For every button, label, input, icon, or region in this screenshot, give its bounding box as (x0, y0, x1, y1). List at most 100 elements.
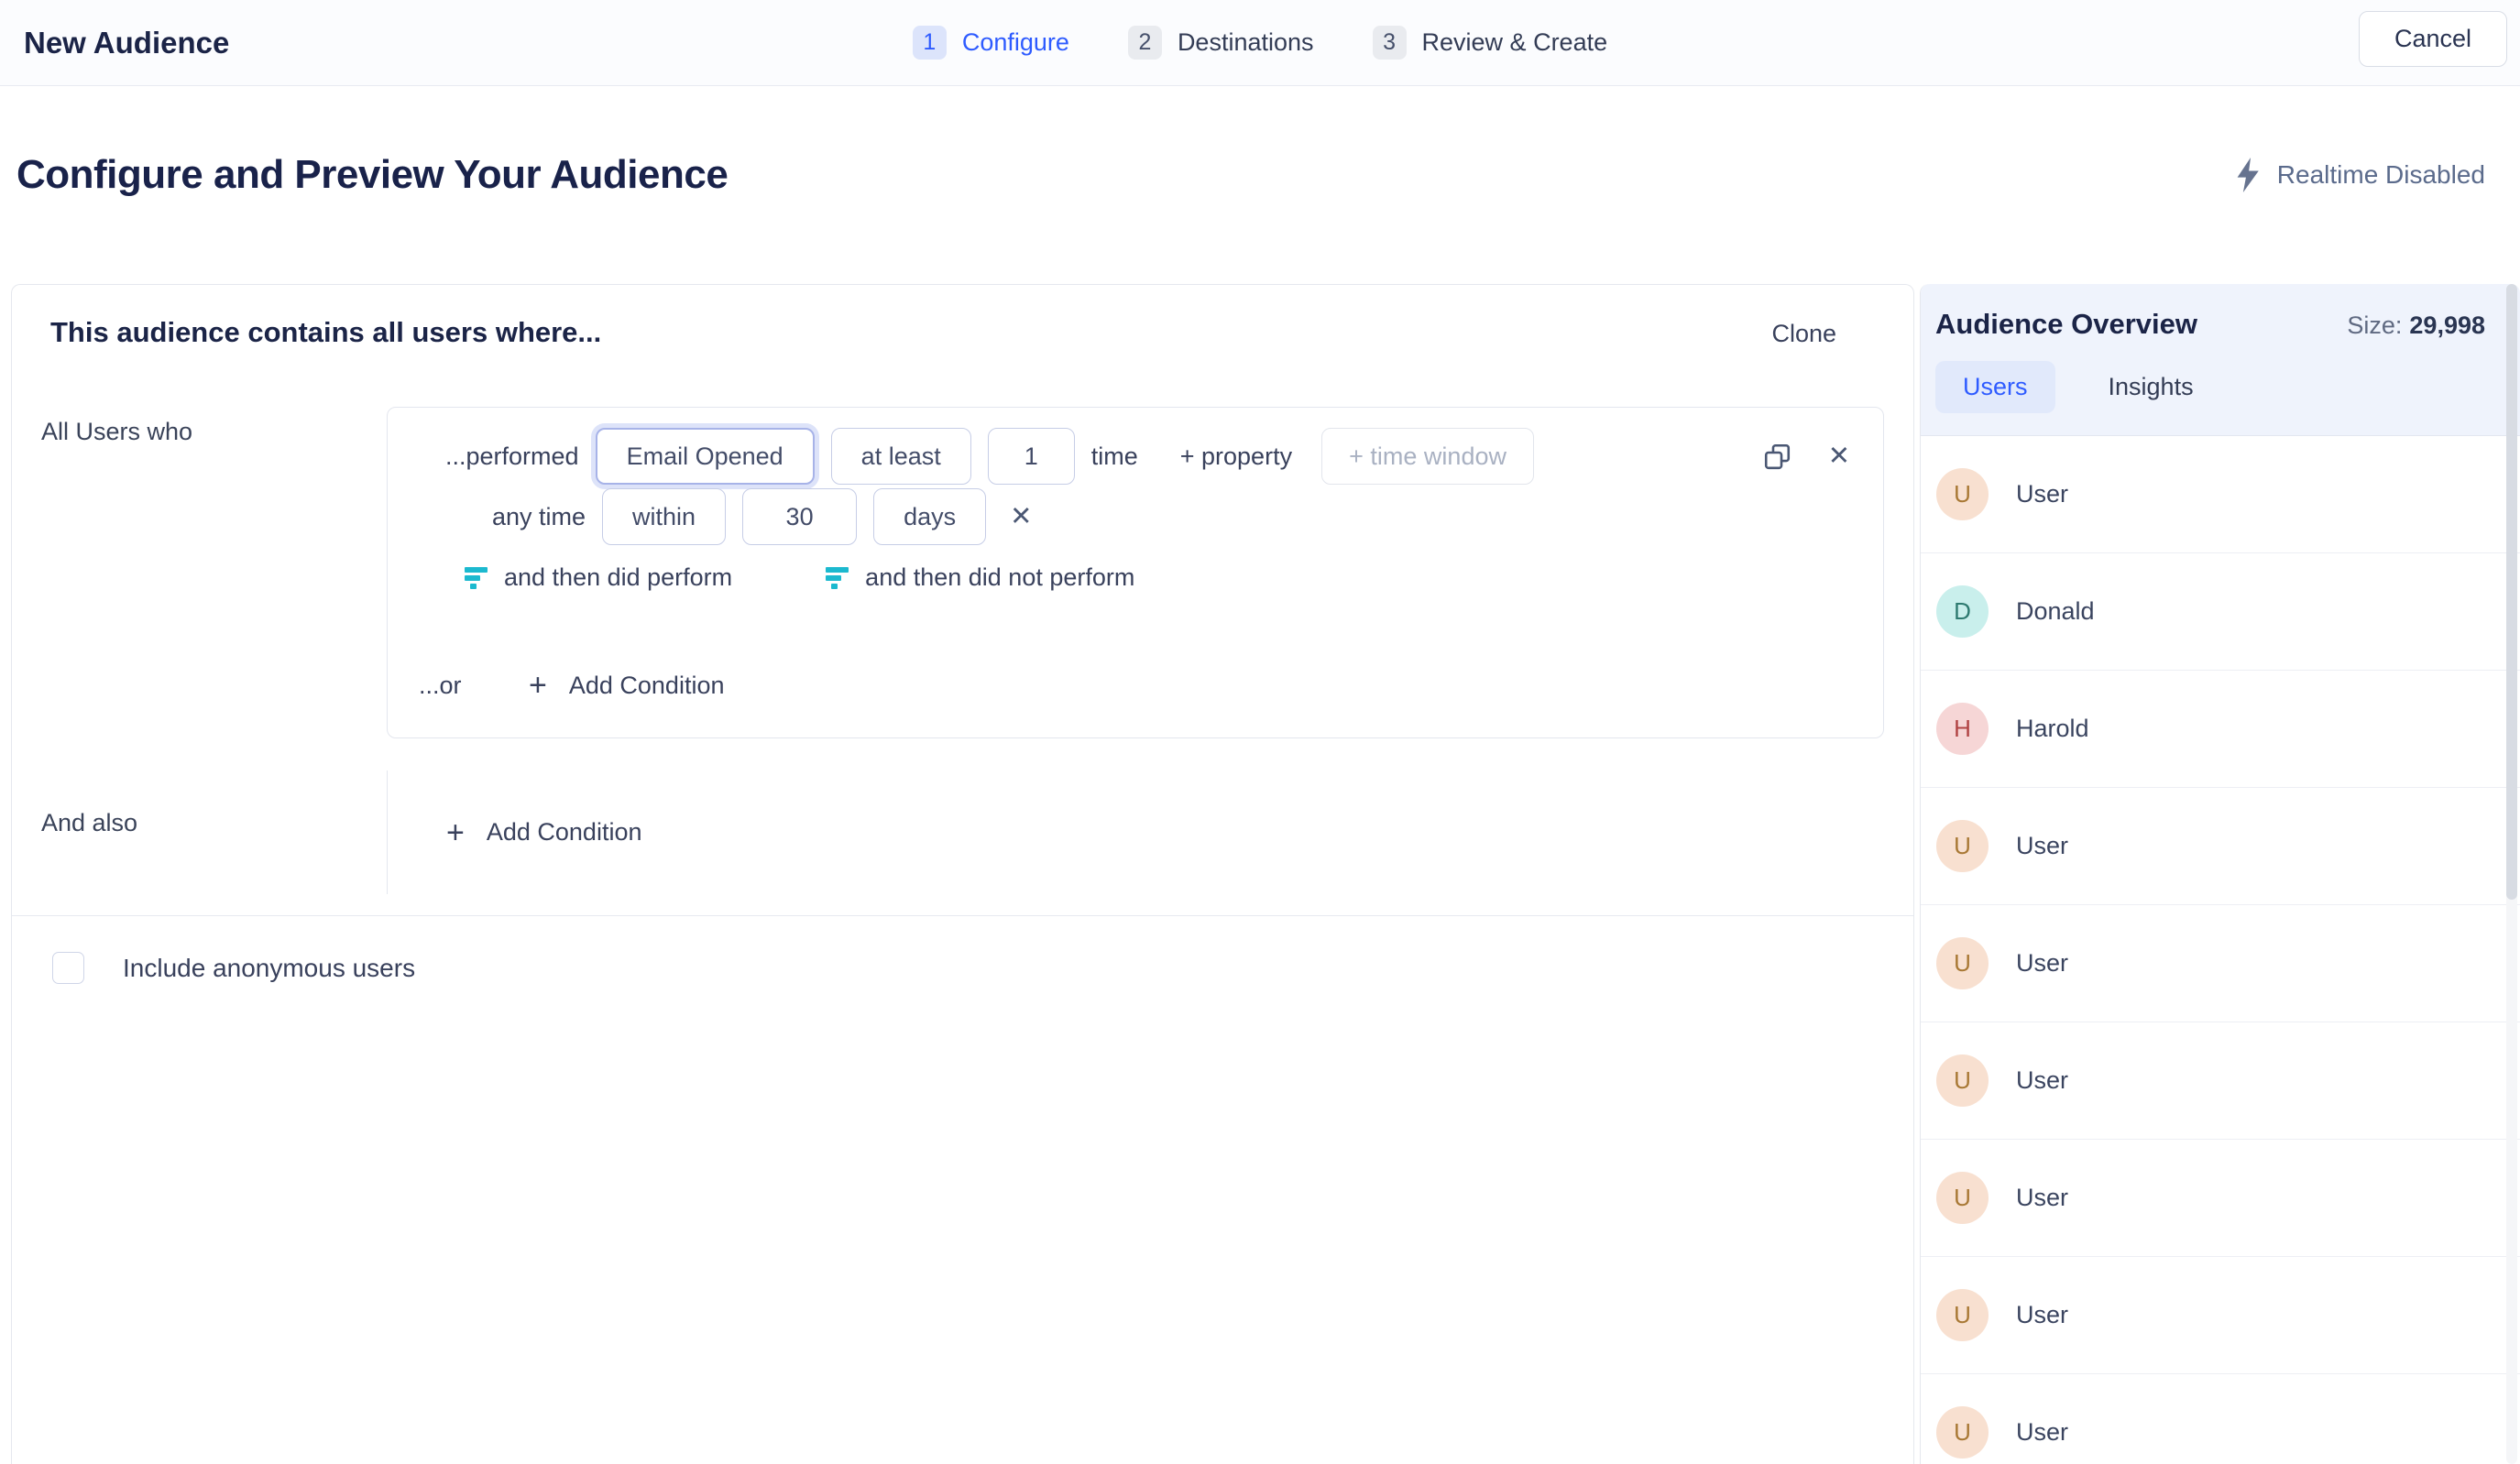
step-number-badge: 2 (1128, 26, 1162, 60)
avatar: D (1936, 585, 1989, 638)
avatar: U (1936, 1406, 1989, 1459)
anonymous-users-row: Include anonymous users (12, 916, 1913, 984)
performed-prefix-label: ...performed (445, 442, 579, 471)
overview-header: Audience Overview Size:29,998 Users Insi… (1921, 284, 2520, 436)
add-property-button[interactable]: + property (1180, 442, 1292, 471)
add-condition-label: Add Condition (569, 672, 725, 700)
step-destinations[interactable]: 2 Destinations (1128, 26, 1314, 60)
size-label: Size: (2347, 311, 2402, 339)
filter-bars-icon (465, 566, 489, 589)
user-row[interactable]: U User (1921, 1140, 2520, 1257)
step-label: Configure (962, 28, 1069, 57)
step-configure[interactable]: 1 Configure (913, 26, 1069, 60)
include-anonymous-label: Include anonymous users (123, 954, 415, 983)
avatar: U (1936, 1289, 1989, 1341)
plus-icon: + (446, 817, 465, 848)
user-row[interactable]: U User (1921, 905, 2520, 1022)
remove-time-window-icon[interactable]: ✕ (1010, 504, 1032, 530)
step-label: Destinations (1178, 28, 1314, 57)
user-row[interactable]: U User (1921, 788, 2520, 905)
configure-heading: Configure and Preview Your Audience (16, 152, 728, 198)
cancel-button[interactable]: Cancel (2359, 11, 2507, 67)
avatar: U (1936, 1172, 1989, 1224)
avatar: U (1936, 820, 1989, 872)
card-title: This audience contains all users where..… (50, 316, 601, 349)
time-unit-select-button[interactable]: days (873, 488, 986, 545)
condition-group-box: ...performed Email Opened at least time … (387, 407, 1884, 738)
or-add-condition-button[interactable]: + Add Condition (529, 670, 724, 701)
remove-condition-icon[interactable]: ✕ (1828, 443, 1850, 470)
audience-size: Size:29,998 (2347, 311, 2485, 340)
wizard-steps: 1 Configure 2 Destinations 3 Review & Cr… (913, 26, 1607, 60)
step-number-badge: 3 (1373, 26, 1407, 60)
count-suffix-label: time (1091, 442, 1138, 471)
user-name: User (2016, 1184, 2068, 1212)
operator-select-button[interactable]: at least (831, 428, 971, 485)
funnel-link-label: and then did not perform (865, 563, 1134, 592)
and-then-did-perform-link[interactable]: and then did perform (465, 563, 732, 592)
audience-overview-panel: Audience Overview Size:29,998 Users Insi… (1920, 284, 2520, 1464)
and-also-label: And also (12, 770, 387, 894)
any-time-label: any time (492, 503, 586, 531)
avatar: U (1936, 1054, 1989, 1107)
step-label: Review & Create (1422, 28, 1608, 57)
page-scrollbar-thumb[interactable] (2506, 284, 2517, 900)
group-label: All Users who (12, 407, 387, 738)
size-value: 29,998 (2409, 311, 2485, 339)
and-then-did-not-perform-link[interactable]: and then did not perform (826, 563, 1134, 592)
tab-insights[interactable]: Insights (2081, 361, 2221, 413)
clone-button[interactable]: Clone (1771, 316, 1836, 348)
page-heading-row: Configure and Preview Your Audience Real… (0, 86, 2520, 198)
lightning-bolt-icon (2235, 158, 2261, 192)
and-also-add-condition-button[interactable]: + Add Condition (446, 817, 641, 848)
step-review-create[interactable]: 3 Review & Create (1373, 26, 1608, 60)
audience-builder-page: New Audience 1 Configure 2 Destinations … (0, 0, 2520, 1464)
realtime-status: Realtime Disabled (2235, 158, 2485, 192)
overview-title-row: Audience Overview Size:29,998 (1935, 308, 2485, 341)
user-row[interactable]: D Donald (1921, 553, 2520, 671)
user-name: User (2016, 1066, 2068, 1095)
include-anonymous-checkbox[interactable] (52, 952, 84, 984)
main-content: This audience contains all users where..… (11, 284, 2520, 1464)
overview-tabs: Users Insights (1935, 361, 2485, 413)
user-name: User (2016, 832, 2068, 860)
page-title: New Audience (24, 26, 229, 60)
or-label: ...or (419, 672, 529, 700)
or-add-condition-row: ...or + Add Condition (419, 655, 1856, 716)
user-name: Harold (2016, 715, 2089, 743)
avatar: H (1936, 703, 1989, 755)
user-list: U User D Donald H Harold U User U User (1921, 436, 2520, 1464)
time-window-row: any time within days ✕ (492, 486, 1856, 547)
top-bar: New Audience 1 Configure 2 Destinations … (0, 0, 2520, 86)
funnel-link-label: and then did perform (504, 563, 732, 592)
avatar: U (1936, 937, 1989, 989)
user-row[interactable]: U User (1921, 1374, 2520, 1464)
performed-condition-row: ...performed Email Opened at least time … (445, 426, 1856, 486)
event-select-button[interactable]: Email Opened (596, 428, 815, 485)
add-time-window-button[interactable]: + time window (1321, 428, 1534, 485)
within-select-button[interactable]: within (602, 488, 726, 545)
condition-section: All Users who ...performed Email Opened … (12, 407, 1913, 738)
card-header: This audience contains all users where..… (12, 285, 1913, 349)
user-row[interactable]: U User (1921, 1257, 2520, 1374)
time-amount-input[interactable] (742, 488, 857, 545)
user-row[interactable]: U User (1921, 436, 2520, 553)
funnel-links-row: and then did perform and t (465, 554, 1856, 600)
user-row[interactable]: H Harold (1921, 671, 2520, 788)
and-also-section: And also + Add Condition (12, 770, 1913, 894)
avatar: U (1936, 468, 1989, 520)
tab-users[interactable]: Users (1935, 361, 2055, 413)
user-row[interactable]: U User (1921, 1022, 2520, 1140)
add-condition-label: Add Condition (487, 818, 642, 847)
user-name: User (2016, 949, 2068, 978)
overview-title: Audience Overview (1935, 308, 2197, 341)
page-scrollbar-track[interactable] (2506, 284, 2517, 1464)
user-name: User (2016, 1418, 2068, 1447)
count-input[interactable] (988, 428, 1075, 485)
and-also-content: + Add Condition (387, 770, 1913, 894)
duplicate-icon[interactable] (1763, 442, 1791, 471)
user-name: User (2016, 480, 2068, 508)
audience-builder-card: This audience contains all users where..… (11, 284, 1914, 1464)
plus-icon: + (529, 670, 547, 701)
user-name: Donald (2016, 597, 2095, 626)
